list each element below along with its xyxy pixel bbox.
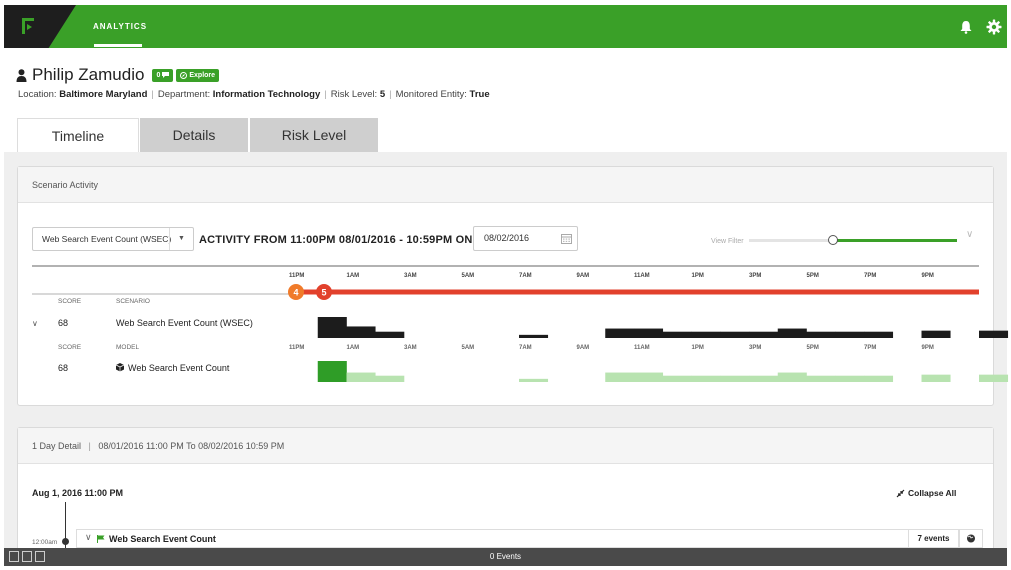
logo-icon xyxy=(22,18,34,34)
nav-analytics[interactable]: ANALYTICS xyxy=(93,5,147,48)
nav-active-indicator xyxy=(94,44,142,47)
explore-button[interactable]: Explore xyxy=(176,68,220,82)
chevron-down-icon: ▼ xyxy=(169,228,193,250)
comment-icon xyxy=(162,72,170,78)
brand-block[interactable] xyxy=(4,5,76,48)
user-meta: Location: Baltimore Maryland | Department:… xyxy=(18,89,490,100)
time-label: 12:00am xyxy=(32,539,58,546)
flag-icon xyxy=(97,535,105,543)
app-root: ANALYTICS Philip Zamudio 0 Explore Locat… xyxy=(0,0,1011,570)
calendar-icon[interactable] xyxy=(561,233,572,244)
scenario-select[interactable]: Web Search Event Count (WSEC) ▼ xyxy=(32,227,194,251)
tab-risk-level[interactable]: Risk Level xyxy=(250,118,378,152)
day-detail-range: 08/01/2016 11:00 PM To 08/02/2016 10:59 … xyxy=(98,441,285,451)
user-icon xyxy=(16,68,27,82)
view-filter-label: View Filter xyxy=(711,238,744,245)
event-count: 7 events xyxy=(908,529,958,548)
bell-icon[interactable] xyxy=(959,20,973,34)
date-value: 08/02/2016 xyxy=(484,233,530,243)
globe-button[interactable] xyxy=(959,529,983,548)
user-header: Philip Zamudio 0 Explore xyxy=(16,64,222,86)
event-group-title: Web Search Event Count xyxy=(109,534,216,544)
view-filter-fill xyxy=(833,239,957,242)
timeline-dot xyxy=(62,538,69,545)
scenario-select-value: Web Search Event Count (WSEC) xyxy=(42,234,172,244)
monitored-label: Monitored Entity: xyxy=(395,89,467,100)
comments-count: 0 xyxy=(156,71,161,79)
date-input[interactable]: 08/02/2016 xyxy=(473,226,578,251)
chevron-down-icon[interactable]: ∨ xyxy=(966,229,973,240)
collapse-all-button[interactable]: Collapse All xyxy=(896,488,956,498)
day-detail-header: 1 Day Detail | 08/01/2016 11:00 PM To 08… xyxy=(18,428,993,464)
explore-icon xyxy=(180,71,188,79)
location-label: Location: xyxy=(18,89,57,100)
scenario-activity-panel: Scenario Activity xyxy=(17,166,994,406)
top-nav-bar: ANALYTICS xyxy=(4,5,1007,48)
day-detail-title: 1 Day Detail xyxy=(32,441,82,451)
gear-icon[interactable] xyxy=(986,19,1002,35)
department-value: Information Technology xyxy=(212,89,321,100)
risk-level-value: 5 xyxy=(379,89,386,100)
status-bar: 0 Events xyxy=(4,548,1007,566)
status-events: 0 Events xyxy=(489,552,522,561)
chevron-down-icon[interactable]: ∨ xyxy=(85,532,92,543)
monitored-value: True xyxy=(469,89,490,100)
activity-title: ACTIVITY FROM 11:00PM 08/01/2016 - 10:59… xyxy=(199,234,473,246)
timeline-start-label: Aug 1, 2016 11:00 PM xyxy=(32,488,124,498)
risk-level-label: Risk Level: xyxy=(330,89,378,100)
explore-label: Explore xyxy=(189,71,216,79)
tab-timeline[interactable]: Timeline xyxy=(17,118,139,152)
tab-details[interactable]: Details xyxy=(140,118,248,152)
collapse-icon xyxy=(896,489,905,497)
collapse-all-label: Collapse All xyxy=(908,488,957,498)
location-value: Baltimore Maryland xyxy=(59,89,148,100)
department-label: Department: xyxy=(157,89,211,100)
user-name: Philip Zamudio xyxy=(32,65,145,84)
view-filter-thumb[interactable] xyxy=(828,235,838,245)
comments-badge[interactable]: 0 xyxy=(152,68,174,82)
globe-icon xyxy=(967,534,975,543)
event-group-row[interactable]: ∨ Web Search Event Count 7 events xyxy=(76,529,959,548)
scenario-activity-header: Scenario Activity xyxy=(18,167,993,203)
